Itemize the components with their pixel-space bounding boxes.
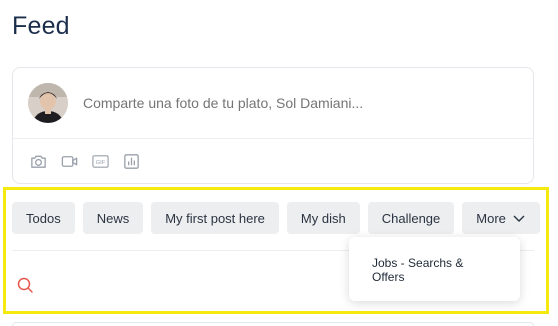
poll-icon[interactable] <box>122 152 141 171</box>
chevron-down-icon <box>513 215 525 222</box>
composer-input-row <box>13 68 533 139</box>
camera-icon[interactable] <box>29 152 48 171</box>
dropdown-item-jobs[interactable]: Jobs - Searchs & Offers <box>372 256 492 284</box>
feed-filter-tabs: Todos News My first post here My dish Ch… <box>12 202 540 234</box>
avatar[interactable] <box>28 83 68 123</box>
tab-label: My dish <box>300 210 346 226</box>
svg-text:GIF: GIF <box>96 160 106 166</box>
more-dropdown-menu: Jobs - Searchs & Offers <box>349 237 520 301</box>
feed-post-card <box>12 322 534 326</box>
tab-more[interactable]: More <box>462 202 540 234</box>
avatar-image <box>28 83 68 123</box>
tab-label: Challenge <box>381 210 441 226</box>
tab-challenge[interactable]: Challenge <box>367 202 455 234</box>
tab-my-dish[interactable]: My dish <box>286 202 360 234</box>
tab-my-first-post-here[interactable]: My first post here <box>151 202 279 234</box>
post-input[interactable] <box>83 95 503 111</box>
tab-label: More <box>476 210 506 226</box>
post-composer: GIF <box>12 67 534 184</box>
gif-icon[interactable]: GIF <box>91 152 110 171</box>
tab-label: My first post here <box>165 210 265 226</box>
tab-news[interactable]: News <box>82 202 144 234</box>
tab-label: Todos <box>26 210 61 226</box>
composer-toolbar: GIF <box>29 152 141 171</box>
tab-label: News <box>96 210 130 226</box>
page-title: Feed <box>12 12 70 40</box>
tab-todos[interactable]: Todos <box>12 202 75 234</box>
video-icon[interactable] <box>60 152 79 171</box>
search-icon[interactable] <box>16 276 34 294</box>
